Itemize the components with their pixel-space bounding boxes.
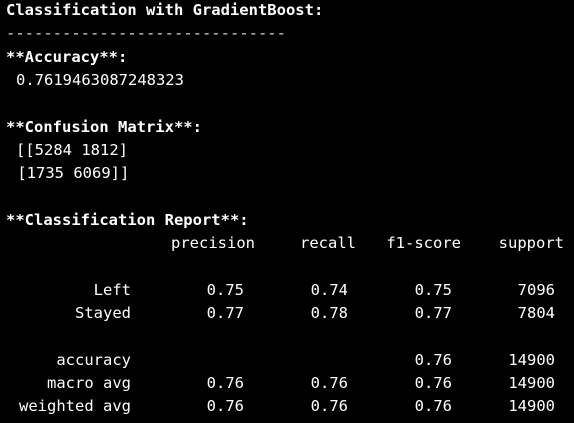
confusion-matrix-row-2: [1735 6069]]: [8, 164, 130, 182]
report-cell-precision: 0.76: [206, 397, 244, 415]
console-output: Classification with GradientBoost: -----…: [0, 0, 574, 423]
report-cell-support: 7096: [517, 281, 555, 299]
report-cell-f1: 0.77: [414, 304, 452, 322]
report-header-f1-score: f1-score: [386, 234, 461, 252]
report-cell-f1: 0.76: [414, 351, 452, 369]
report-cell-support: 14900: [508, 351, 555, 369]
confusion-matrix-row-1: [[5284 1812]: [16, 141, 128, 159]
report-cell-recall: 0.76: [310, 374, 348, 392]
classification-report-heading: **Classification Report**:: [6, 211, 249, 229]
report-cell-precision: [190, 350, 244, 370]
report-cell-support: 14900: [508, 374, 555, 392]
report-row-label: accuracy: [56, 351, 131, 369]
report-cell-f1: 0.76: [414, 397, 452, 415]
separator-line: ------------------------------: [6, 24, 286, 42]
report-header-precision: precision: [171, 234, 255, 252]
report-row-label: Left: [93, 281, 131, 299]
report-row-label: weighted avg: [19, 397, 131, 415]
report-cell-recall: 0.78: [310, 304, 348, 322]
report-cell-f1: 0.75: [414, 281, 452, 299]
accuracy-heading: **Accuracy**:: [6, 48, 128, 66]
report-cell-support: 14900: [508, 397, 555, 415]
report-cell-f1: 0.76: [414, 374, 452, 392]
report-cell-precision: 0.77: [206, 304, 244, 322]
confusion-matrix-heading: **Confusion Matrix**:: [6, 118, 202, 136]
report-cell-recall: 0.76: [310, 397, 348, 415]
report-cell-precision: 0.75: [206, 281, 244, 299]
report-header-support: support: [498, 234, 564, 252]
report-cell-recall: 0.74: [310, 281, 348, 299]
output-title: Classification with GradientBoost:: [6, 1, 324, 19]
report-row-label: Stayed: [75, 304, 131, 322]
report-cell-precision: 0.76: [206, 374, 244, 392]
report-cell-recall: [295, 350, 348, 370]
report-header-recall: recall: [300, 234, 356, 252]
accuracy-value: 0.7619463087248323: [16, 71, 184, 89]
report-cell-support: 7804: [517, 304, 555, 322]
report-row-label: macro avg: [47, 374, 131, 392]
